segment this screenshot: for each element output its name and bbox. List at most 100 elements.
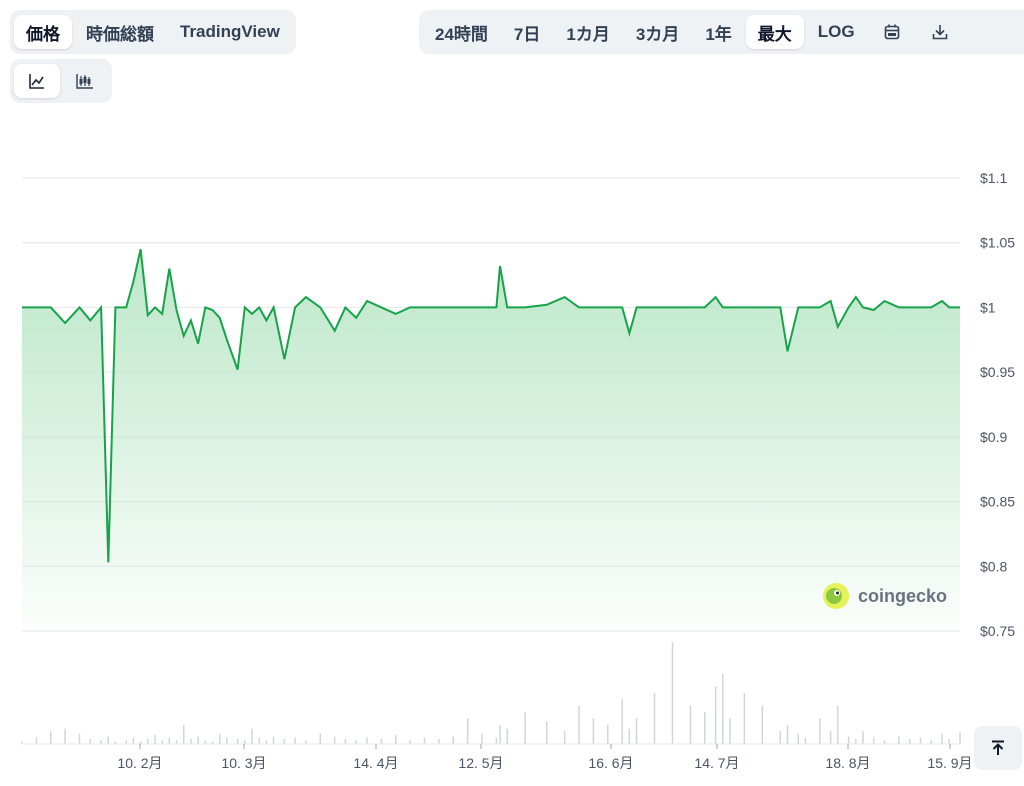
volume-bar (452, 736, 455, 744)
volume-bar (786, 724, 789, 744)
volume-bar (653, 693, 656, 744)
volume-bar (305, 740, 307, 744)
scroll-top-button[interactable] (974, 726, 1022, 770)
volume-bar (959, 732, 961, 744)
volume-bar (607, 724, 609, 744)
volume-bar (466, 718, 469, 744)
watermark-text: coingecko (858, 585, 948, 606)
volume-bar (380, 738, 383, 744)
volume-bar (829, 731, 832, 744)
volume-bar (898, 736, 900, 744)
volume-bar (779, 731, 782, 744)
volume-bar (272, 736, 275, 744)
volume-bar (218, 733, 221, 744)
volume-bar (704, 712, 706, 744)
volume-bar (941, 733, 943, 744)
volume-bar (283, 738, 286, 744)
volume-bar (671, 642, 674, 744)
volume-bar (89, 738, 92, 744)
volume-bar (50, 731, 52, 744)
volume-bar (438, 738, 440, 744)
volume-bar (714, 686, 717, 744)
volume-bar (78, 733, 81, 744)
volume-bar (251, 728, 253, 744)
volume-bars (21, 642, 961, 744)
volume-bar (872, 737, 875, 744)
volume-bar (226, 737, 228, 744)
x-tick-label: 14. 7月 (694, 755, 739, 771)
volume-bar (883, 740, 886, 744)
y-tick-label: $1.05 (980, 235, 1015, 251)
volume-bar (409, 740, 411, 744)
y-tick-label: $0.75 (980, 623, 1015, 639)
volume-bar (819, 718, 821, 744)
volume-bar (804, 737, 807, 744)
volume-bar (545, 721, 548, 744)
y-tick-label: $0.9 (980, 429, 1007, 445)
volume-bar (847, 736, 850, 744)
volume-bar (506, 728, 508, 744)
volume-bar (319, 733, 322, 744)
volume-bar (837, 705, 839, 744)
volume-bar (797, 733, 800, 744)
volume-bar (190, 738, 192, 744)
volume-bar (524, 712, 526, 744)
volume-bar (294, 737, 296, 744)
volume-bar (147, 738, 149, 744)
volume-bar (182, 724, 185, 744)
volume-bar (423, 737, 426, 744)
volume-bar (161, 740, 163, 744)
volume-bar (919, 737, 922, 744)
volume-bar (908, 738, 911, 744)
volume-bar (635, 718, 638, 744)
volume-bar (592, 718, 595, 744)
volume-bar (948, 738, 950, 744)
price-chart: $1.1 $1.05 $1 $0.95 $0.9 $0.85 $0.8 $0.75 10. 2… (21, 170, 1015, 771)
volume-bar (258, 737, 260, 744)
volume-bar (175, 740, 178, 744)
volume-bar (344, 738, 347, 744)
x-tick-label: 10. 2月 (117, 755, 162, 771)
volume-bar (107, 736, 110, 744)
volume-bar (481, 733, 483, 744)
volume-bar (100, 740, 102, 744)
volume-bar (729, 718, 731, 744)
volume-bar (689, 705, 692, 744)
volume-bar (628, 728, 631, 744)
x-tick-label: 10. 3月 (221, 755, 266, 771)
volume-bar (743, 693, 746, 744)
volume-bar (499, 724, 501, 744)
volume-bar (204, 740, 207, 744)
volume-bar (168, 737, 171, 744)
x-tick-label: 18. 8月 (825, 755, 870, 771)
x-tick-label: 16. 6月 (588, 755, 633, 771)
volume-bar (761, 705, 764, 744)
x-tick-label: 15. 9月 (927, 755, 972, 771)
y-axis: $1.1 $1.05 $1 $0.95 $0.9 $0.85 $0.8 $0.75 (980, 170, 1015, 639)
volume-bar (722, 673, 724, 744)
y-tick-label: $0.95 (980, 364, 1015, 380)
volume-bar (265, 740, 268, 744)
gecko-logo-icon (823, 583, 849, 609)
volume-bar (930, 740, 932, 744)
volume-bar (862, 731, 864, 744)
arrow-up-to-line-icon (992, 740, 1004, 755)
volume-bar (355, 740, 357, 744)
volume-bar (333, 736, 336, 744)
volume-bar (621, 699, 623, 744)
volume-bar (244, 740, 246, 744)
volume-bar (366, 737, 368, 744)
volume-bar (154, 735, 156, 744)
y-tick-label: $0.85 (980, 494, 1015, 510)
volume-bar (132, 737, 135, 744)
volume-bar (578, 705, 580, 744)
volume-bar (125, 740, 127, 744)
y-tick-label: $1.1 (980, 170, 1007, 186)
volume-bar (197, 736, 199, 744)
x-tick-label: 14. 4月 (353, 755, 398, 771)
coingecko-watermark: coingecko (822, 582, 947, 610)
x-axis: 10. 2月 10. 3月 14. 4月 12. 5月 16. 6月 14. 7月 18. … (117, 744, 973, 771)
volume-bar (495, 737, 498, 744)
y-tick-label: $0.8 (980, 558, 1007, 574)
volume-bar (563, 731, 566, 744)
